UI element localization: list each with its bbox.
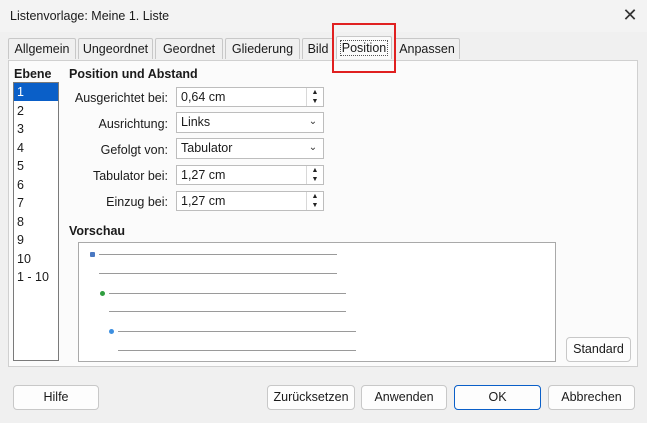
ok-button[interactable]: OK: [454, 385, 541, 410]
level-item-10[interactable]: 10: [14, 250, 58, 268]
tab-position[interactable]: Position: [336, 36, 392, 59]
tab-allgemein[interactable]: Allgemein: [8, 38, 76, 59]
tab-anpassen[interactable]: Anpassen: [394, 38, 460, 59]
followed-by-value: Tabulator: [181, 141, 233, 155]
reset-button[interactable]: Zurücksetzen: [267, 385, 355, 410]
spin-down-icon[interactable]: ▼: [307, 201, 323, 210]
preview-bullet-level-3: [109, 329, 114, 334]
apply-button[interactable]: Anwenden: [361, 385, 447, 410]
tab-strip: Allgemein Ungeordnet Geordnet Gliederung…: [8, 36, 638, 60]
tab-geordnet[interactable]: Geordnet: [155, 38, 223, 59]
tab-gliederung[interactable]: Gliederung: [225, 38, 300, 59]
alignment-select[interactable]: Links ⌄: [176, 112, 324, 133]
tab-ungeordnet[interactable]: Ungeordnet: [78, 38, 153, 59]
preview-line: [99, 254, 337, 255]
level-item-8[interactable]: 8: [14, 213, 58, 231]
tab-at-value[interactable]: 1,27 cm: [181, 168, 225, 182]
preview-line: [118, 331, 356, 332]
preview-bullet-level-1: [90, 252, 95, 257]
tab-bild[interactable]: Bild: [302, 38, 334, 59]
indent-at-spinbox[interactable]: 1,27 cm ▲ ▼: [176, 191, 324, 211]
aligned-at-label: Ausgerichtet bei:: [74, 91, 168, 105]
indent-at-label: Einzug bei:: [106, 195, 168, 209]
spin-up-icon[interactable]: ▲: [307, 166, 323, 175]
spin-down-icon[interactable]: ▼: [307, 175, 323, 184]
window-title: Listenvorlage: Meine 1. Liste: [10, 9, 170, 23]
indent-at-value[interactable]: 1,27 cm: [181, 194, 225, 208]
preview-line: [109, 293, 346, 294]
preview-line: [109, 311, 346, 312]
aligned-at-spinbox[interactable]: 0,64 cm ▲ ▼: [176, 87, 324, 107]
level-list-header: Ebene: [14, 67, 52, 81]
followed-by-select[interactable]: Tabulator ⌄: [176, 138, 324, 159]
preview-box: [78, 242, 556, 362]
standard-button[interactable]: Standard: [566, 337, 631, 362]
position-section-title: Position und Abstand: [69, 67, 198, 81]
preview-line: [99, 273, 337, 274]
level-item-all[interactable]: 1 - 10: [14, 268, 58, 286]
preview-bullet-level-2: [100, 291, 105, 296]
spin-up-icon[interactable]: ▲: [307, 192, 323, 201]
preview-title: Vorschau: [69, 224, 126, 238]
followed-by-label: Gefolgt von:: [100, 143, 168, 157]
spin-up-icon[interactable]: ▲: [307, 88, 323, 97]
tab-at-label: Tabulator bei:: [92, 169, 168, 183]
help-button[interactable]: Hilfe: [13, 385, 99, 410]
chevron-down-icon[interactable]: ⌄: [306, 141, 320, 155]
preview-line: [118, 350, 356, 351]
level-item-9[interactable]: 9: [14, 231, 58, 249]
tab-at-spinbox[interactable]: 1,27 cm ▲ ▼: [176, 165, 324, 185]
alignment-value: Links: [181, 115, 211, 129]
cancel-button[interactable]: Abbrechen: [548, 385, 635, 410]
alignment-label: Ausrichtung:: [98, 117, 168, 131]
aligned-at-value[interactable]: 0,64 cm: [181, 90, 225, 104]
spin-down-icon[interactable]: ▼: [307, 97, 323, 106]
chevron-down-icon[interactable]: ⌄: [306, 115, 320, 129]
close-icon[interactable]: ✕: [620, 4, 640, 26]
